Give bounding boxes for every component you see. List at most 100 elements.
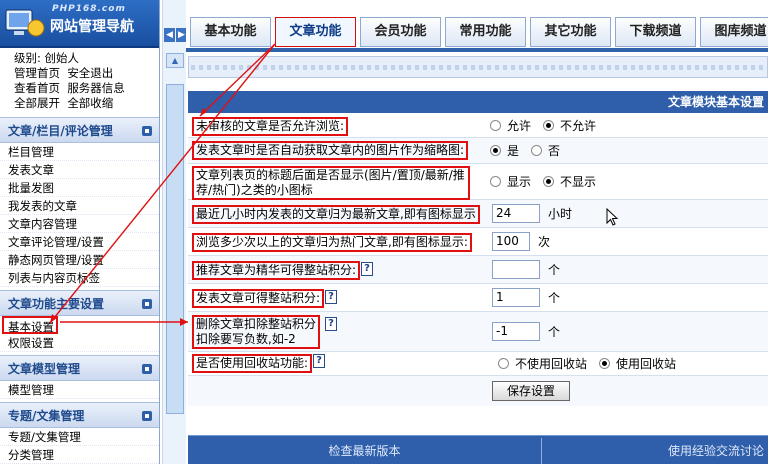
post-points-input[interactable]: 1 xyxy=(492,288,540,307)
setting-label: 删除文章扣除整站积分 扣除要写负数,如-2 xyxy=(192,315,321,349)
link-view-home[interactable]: 查看首页 xyxy=(14,81,60,95)
sidebar-item[interactable]: 批量发图 xyxy=(0,179,159,197)
scrollbar-thumb[interactable] xyxy=(166,84,184,414)
sidebar-section-model: 文章模型管理 模型管理 xyxy=(0,355,159,399)
settings-row: 浏览多少次以上的文章归为热门文章,即有图标显示: 100 次 xyxy=(188,228,768,256)
settings-row: 最近几小时内发表的文章归为最新文章,即有图标显示 24 小时 xyxy=(188,200,768,228)
sidebar-section-header[interactable]: 文章模型管理 xyxy=(0,355,159,381)
sidebar-item[interactable]: 分类管理 xyxy=(0,446,159,464)
input-group: 1 个 xyxy=(492,284,560,311)
sidebar-item[interactable]: 文章评论管理/设置 xyxy=(0,233,159,251)
sidebar-item[interactable]: 列表与内容页标签 xyxy=(0,269,159,287)
link-logout[interactable]: 安全退出 xyxy=(67,66,113,80)
link-server-info[interactable]: 服务器信息 xyxy=(67,81,125,95)
setting-label-line1: 删除文章扣除整站积分 xyxy=(196,317,317,331)
collapse-icon[interactable] xyxy=(142,411,152,421)
unit-label: 个 xyxy=(548,263,561,277)
sidebar-item[interactable]: 权限设置 xyxy=(0,334,159,352)
sidebar-item[interactable]: 栏目管理 xyxy=(0,143,159,161)
radio-label: 是 xyxy=(507,144,520,158)
logo-site: PHP168.com xyxy=(52,4,126,14)
radio-button[interactable] xyxy=(498,358,509,369)
discussion-link[interactable]: 使用经验交流讨论 xyxy=(542,436,768,464)
settings-row: 未审核的文章是否允许浏览: 允许 不允许 xyxy=(188,114,768,138)
tab-download[interactable]: 下载频道 xyxy=(615,17,696,47)
setting-label: 是否使用回收站功能: xyxy=(192,354,313,373)
tab-member[interactable]: 会员功能 xyxy=(360,17,441,47)
unit-label: 个 xyxy=(548,325,561,339)
tab-gallery[interactable]: 图库频道 xyxy=(700,17,768,47)
sidebar-section-header[interactable]: 文章功能主要设置 xyxy=(0,290,159,316)
link-expand-all[interactable]: 全部展开 xyxy=(14,96,60,110)
input-group: 个 xyxy=(492,256,560,283)
setting-label: 发表文章时是否自动获取文章内的图片作为缩略图: xyxy=(192,141,469,160)
tab-other[interactable]: 其它功能 xyxy=(530,17,611,47)
setting-label: 未审核的文章是否允许浏览: xyxy=(192,117,349,136)
arrow-left-icon[interactable]: ◀ xyxy=(164,28,175,42)
radio-group: 允许 不允许 xyxy=(490,114,608,137)
sidebar: PHP168.com 网站管理导航 级别: 创始人 管理首页 安全退出 查看首页… xyxy=(0,0,160,464)
tab-article[interactable]: 文章功能 xyxy=(275,17,356,47)
sidebar-section-header[interactable]: 专题/文集管理 xyxy=(0,402,159,428)
user-box: 级别: 创始人 管理首页 安全退出 查看首页 服务器信息 全部展开 全部收缩 xyxy=(0,48,159,114)
settings-row: 发表文章可得整站积分: ? 1 个 xyxy=(188,284,768,312)
sidebar-item-basic-settings[interactable]: 基本设置 xyxy=(2,316,58,334)
help-icon[interactable]: ? xyxy=(325,290,337,304)
sidebar-section-special: 专题/文集管理 专题/文集管理 分类管理 xyxy=(0,402,159,464)
help-icon[interactable]: ? xyxy=(325,317,337,331)
section-title: 文章/栏目/评论管理 xyxy=(8,124,113,138)
sidebar-item[interactable]: 专题/文集管理 xyxy=(0,428,159,446)
sidebar-item[interactable]: 发表文章 xyxy=(0,161,159,179)
sidebar-section-article: 文章/栏目/评论管理 栏目管理 发表文章 批量发图 我发表的文章 文章内容管理 … xyxy=(0,117,159,287)
link-collapse-all[interactable]: 全部收缩 xyxy=(67,96,113,110)
sidebar-item[interactable]: 我发表的文章 xyxy=(0,197,159,215)
logo: PHP168.com 网站管理导航 xyxy=(0,0,159,48)
radio-button[interactable] xyxy=(490,120,501,131)
input-group: 100 次 xyxy=(492,228,550,255)
help-icon[interactable]: ? xyxy=(313,354,325,368)
user-level: 级别: 创始人 xyxy=(14,51,80,65)
settings-row: 发表文章时是否自动获取文章内的图片作为缩略图: 是 否 xyxy=(188,138,768,164)
save-button-wrap: 保存设置 xyxy=(492,376,570,406)
tab-common[interactable]: 常用功能 xyxy=(445,17,526,47)
sidebar-item[interactable]: 模型管理 xyxy=(0,381,159,399)
radio-button[interactable] xyxy=(531,145,543,156)
setting-label: 文章列表页的标题后面是否显示(图片/置顶/最新/推荐/热门)之类的小图标 xyxy=(192,166,470,200)
settings-row: 推荐文章为精华可得整站积分: ? 个 xyxy=(188,256,768,284)
check-version-link[interactable]: 检查最新版本 xyxy=(188,436,541,464)
sidebar-item[interactable]: 静态网页管理/设置 xyxy=(0,251,159,269)
link-admin-home[interactable]: 管理首页 xyxy=(14,66,60,80)
top-tabs: 基本功能 文章功能 会员功能 常用功能 其它功能 下载频道 图库频道 xyxy=(186,0,768,52)
section-title: 文章模型管理 xyxy=(8,362,81,376)
hours-input[interactable]: 24 xyxy=(492,204,540,223)
sidebar-section-header[interactable]: 文章/栏目/评论管理 xyxy=(0,117,159,143)
setting-label-line2: 扣除要写负数,如-2 xyxy=(196,332,296,346)
recommend-points-input[interactable] xyxy=(492,260,540,279)
section-title: 文章功能主要设置 xyxy=(8,297,105,311)
sidebar-section-settings: 文章功能主要设置 基本设置 权限设置 xyxy=(0,290,159,352)
radio-label: 不允许 xyxy=(560,119,597,133)
tab-basic[interactable]: 基本功能 xyxy=(190,17,271,47)
collapse-icon[interactable] xyxy=(142,364,152,374)
save-settings-button[interactable]: 保存设置 xyxy=(492,381,570,401)
computer-logo-icon xyxy=(5,9,45,37)
radio-button[interactable] xyxy=(599,358,611,369)
footer-bar: 检查最新版本 使用经验交流讨论 xyxy=(188,435,768,464)
unit-label: 次 xyxy=(538,235,551,249)
sidebar-item[interactable]: 文章内容管理 xyxy=(0,215,159,233)
radio-button[interactable] xyxy=(490,145,501,156)
views-input[interactable]: 100 xyxy=(492,232,530,251)
collapse-icon[interactable] xyxy=(142,126,152,136)
radio-button[interactable] xyxy=(543,176,555,187)
collapse-icon[interactable] xyxy=(142,299,152,309)
help-icon[interactable]: ? xyxy=(361,262,373,276)
delete-points-input[interactable]: -1 xyxy=(492,322,540,341)
radio-label: 不使用回收站 xyxy=(515,357,588,371)
scroll-up-icon[interactable]: ▲ xyxy=(166,53,184,68)
radio-button[interactable] xyxy=(543,120,555,131)
radio-group: 是 否 xyxy=(490,138,572,163)
radio-button[interactable] xyxy=(490,176,501,187)
scroll-rail: ◀ ▶ ▲ xyxy=(162,0,187,464)
settings-row: 文章列表页的标题后面是否显示(图片/置顶/最新/推荐/热门)之类的小图标 显示 … xyxy=(188,164,768,200)
settings-row: 是否使用回收站功能: ? 不使用回收站 使用回收站 xyxy=(188,352,768,376)
